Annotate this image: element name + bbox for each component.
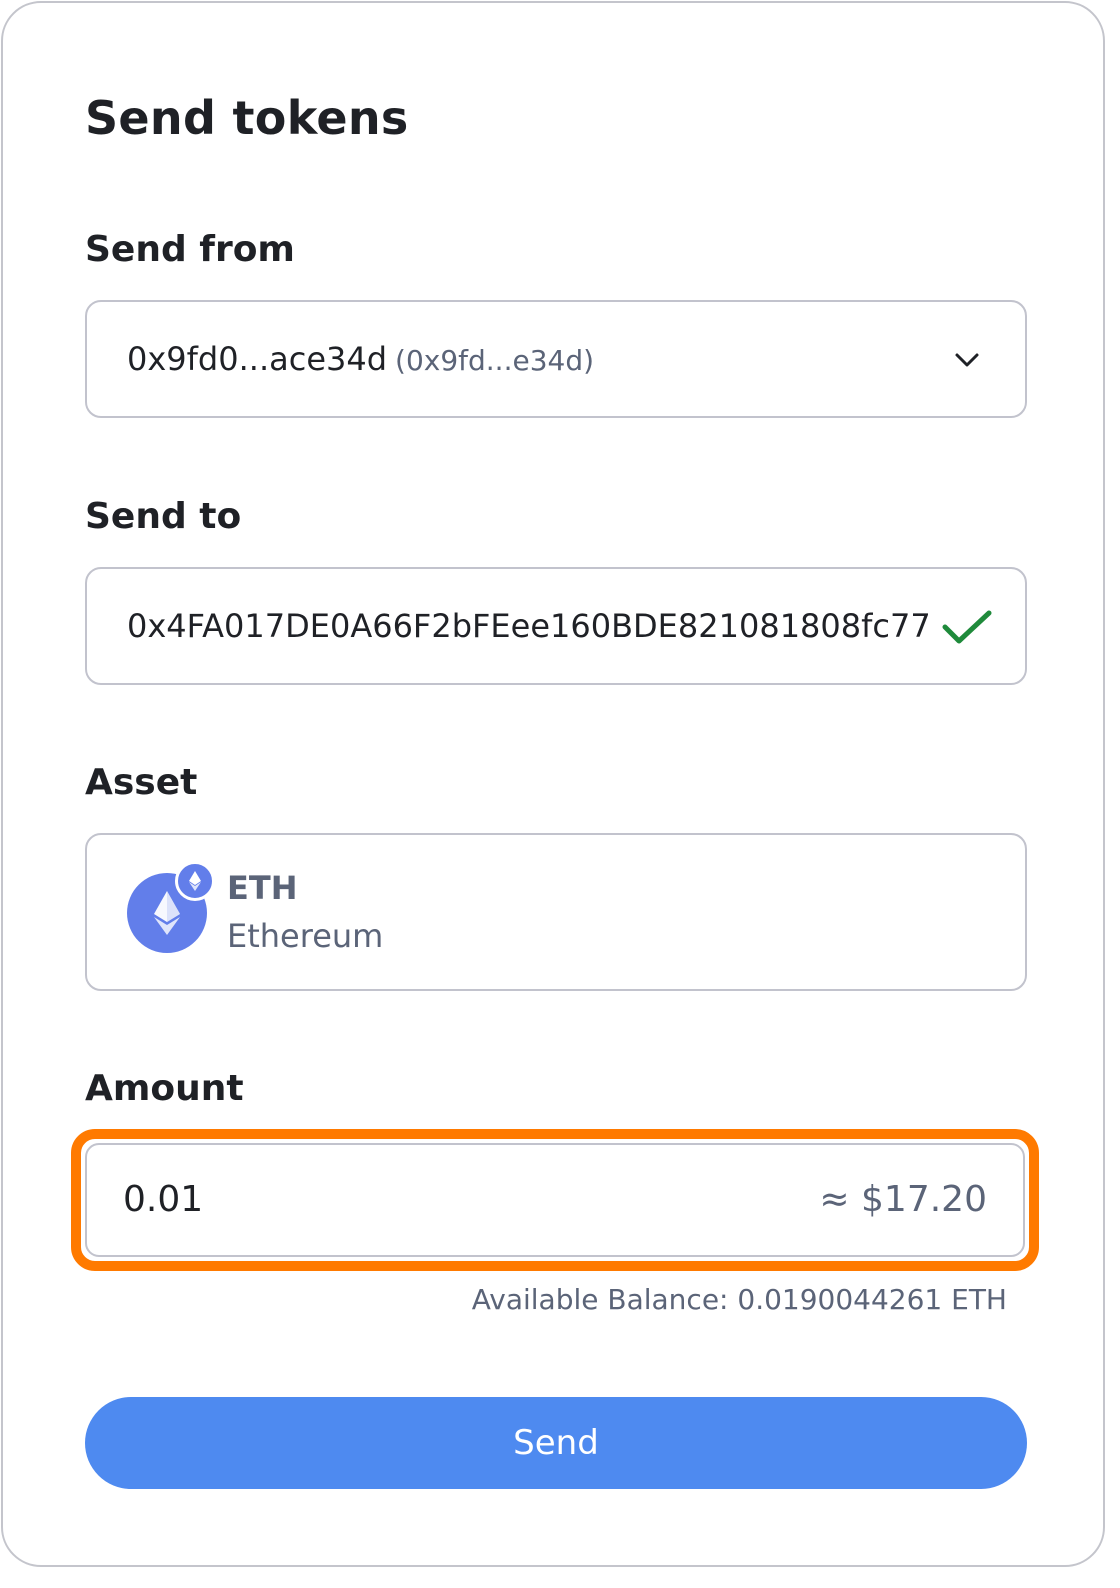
send-from-account-address: (0x9fd...e34d) [395,344,595,377]
send-tokens-card: Send tokens Send from 0x9fd0...ace34d (0x… [1,1,1105,1567]
asset-select[interactable]: ETH Ethereum [85,833,1027,991]
available-balance: Available Balance: 0.0190044261 ETH [471,1283,1007,1316]
page-title: Send tokens [85,91,409,145]
send-button[interactable]: Send [85,1397,1027,1489]
asset-symbol: ETH [227,869,298,907]
send-from-select[interactable]: 0x9fd0...ace34d (0x9fd...e34d) [85,300,1027,418]
asset-label: Asset [85,762,198,803]
amount-label: Amount [85,1068,244,1109]
asset-name: Ethereum [227,917,384,955]
chevron-down-icon[interactable] [953,346,981,374]
amount-field[interactable]: ≈ $17.20 [85,1143,1025,1257]
send-from-label: Send from [85,229,295,270]
send-to-label: Send to [85,496,242,537]
amount-fiat-estimate: ≈ $17.20 [819,1179,987,1220]
send-from-account-name: 0x9fd0...ace34d [127,340,388,378]
send-to-input[interactable]: 0x4FA017DE0A66F2bFEee160BDE821081808fc77 [127,607,931,645]
checkmark-icon [942,610,992,644]
amount-input[interactable] [123,1179,723,1220]
network-badge-icon [175,861,215,901]
send-from-value: 0x9fd0...ace34d (0x9fd...e34d) [127,340,594,378]
send-to-field[interactable]: 0x4FA017DE0A66F2bFEee160BDE821081808fc77 [85,567,1027,685]
amount-highlight: ≈ $17.20 [71,1129,1039,1271]
